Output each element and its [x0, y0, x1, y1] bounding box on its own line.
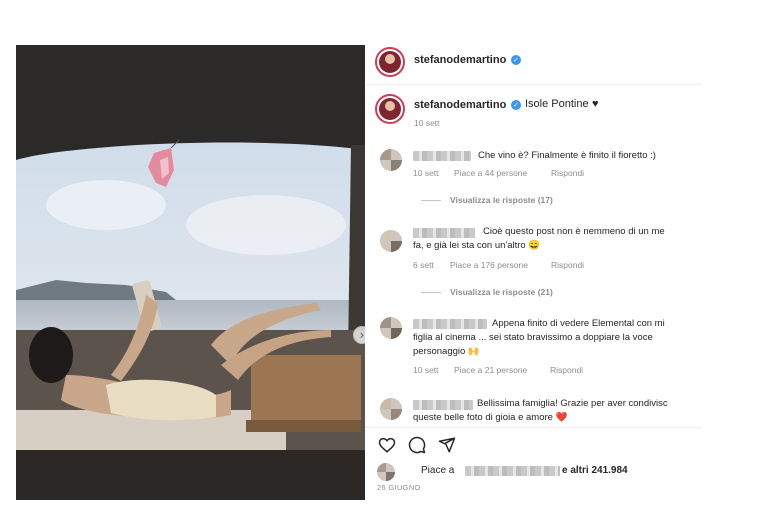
post-image[interactable]: ›: [16, 45, 365, 500]
liker-avatar[interactable]: [377, 463, 395, 481]
verified-badge-icon: ✓: [511, 100, 521, 110]
liker-username-blurred[interactable]: [465, 466, 560, 476]
post-sidebar: stefanodemartino ✓ stefanodemartino ✓ Is…: [365, 45, 702, 500]
comment-avatar[interactable]: [380, 398, 402, 420]
post-date: 26 GIUGNO: [377, 483, 421, 492]
comment-icon[interactable]: [407, 435, 427, 455]
comment-likes[interactable]: Piace a 44 persone: [454, 168, 527, 178]
comment-time: 10 sett: [413, 365, 439, 375]
comment-text: Che vino è? Finalmente è finito il fiore…: [478, 150, 656, 161]
view-replies-button[interactable]: Visualizza le risposte (21): [450, 287, 553, 297]
comment-username-blurred[interactable]: [413, 151, 471, 161]
comment-text: Appena finito di vedere Elemental con mi: [492, 318, 665, 329]
share-icon[interactable]: [437, 435, 457, 455]
comment-time: 6 sett: [413, 260, 434, 270]
comment-avatar[interactable]: [380, 149, 402, 171]
view-replies-button[interactable]: Visualizza le risposte (17): [450, 195, 553, 205]
reply-button[interactable]: Rispondi: [551, 260, 584, 270]
comment-time: 10 sett: [413, 168, 439, 178]
comment-username-blurred[interactable]: [413, 228, 475, 238]
comment-text: Cioè questo post non è nemmeno di un me: [483, 226, 665, 237]
chevron-right-icon: ›: [359, 328, 365, 342]
caption-text: Isole Pontine: [525, 98, 589, 110]
replies-divider: [421, 200, 441, 201]
caption-avatar[interactable]: [375, 94, 405, 124]
comment-username-blurred[interactable]: [413, 319, 487, 329]
heart-icon[interactable]: [377, 435, 397, 455]
verified-badge-icon: ✓: [511, 55, 521, 65]
header-username[interactable]: stefanodemartino: [414, 54, 506, 66]
boat-photo: [16, 45, 365, 500]
comment-avatar[interactable]: [380, 230, 402, 252]
actions-divider: [365, 427, 702, 428]
comment-text: Bellissima famiglia! Grazie per aver con…: [477, 398, 668, 409]
likes-prefix: Piace a: [421, 465, 455, 476]
caption-time: 10 sett: [414, 118, 440, 128]
caption-username[interactable]: stefanodemartino: [414, 99, 506, 111]
likes-count[interactable]: e altri 241.984: [562, 465, 628, 476]
reply-button[interactable]: Rispondi: [551, 168, 584, 178]
author-avatar[interactable]: [375, 47, 405, 77]
post-actions: [377, 435, 457, 455]
header-divider: [365, 84, 702, 85]
comment-text: queste belle foto di gioia e amore ❤️: [413, 412, 568, 423]
comment-likes[interactable]: Piace a 176 persone: [450, 260, 528, 270]
replies-divider: [421, 292, 441, 293]
comment-avatar[interactable]: [380, 317, 402, 339]
reply-button[interactable]: Rispondi: [550, 365, 583, 375]
comment-text: figlia al cinema ... sei stato bravissim…: [413, 332, 653, 343]
carousel-next-button[interactable]: ›: [353, 326, 365, 344]
comment-text: fa, e già lei sta con un'altro 😄: [413, 240, 541, 251]
comment-username-blurred[interactable]: [413, 400, 473, 410]
comment-likes[interactable]: Piace a 21 persone: [454, 365, 527, 375]
black-heart-icon: ♥: [592, 98, 599, 110]
comment-text: personaggio 🙌: [413, 346, 480, 357]
